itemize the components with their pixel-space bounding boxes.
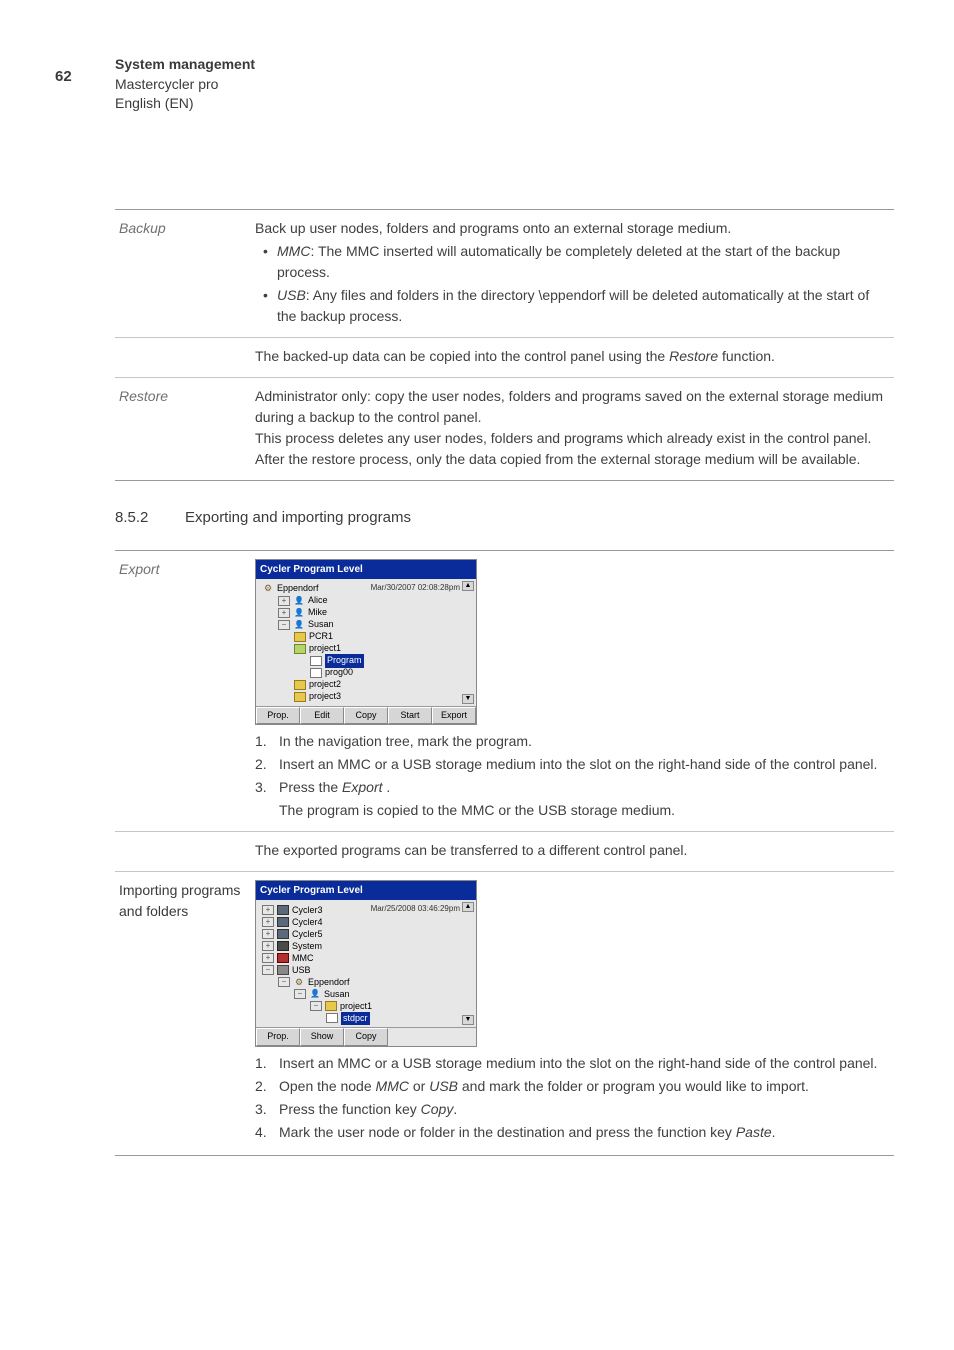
import-label: Importing programs and folders: [115, 872, 255, 1156]
shot1-title: Cycler Program Level: [256, 560, 476, 579]
tree-doc-prog00[interactable]: prog00: [260, 667, 472, 679]
shot1-btn-edit[interactable]: Edit: [300, 707, 344, 725]
import-step-2: Open the node MMC or USB and mark the fo…: [279, 1076, 884, 1097]
tree-user-susan[interactable]: −Susan: [260, 619, 472, 631]
tree-usb-susan[interactable]: −Susan: [260, 988, 472, 1000]
tree-user-alice[interactable]: +Alice: [260, 595, 472, 607]
section-title: Exporting and importing programs: [185, 509, 411, 526]
export-step-1: In the navigation tree, mark the program…: [279, 731, 884, 752]
header-title: System management: [115, 55, 894, 75]
tree-cycler4[interactable]: +Cycler4: [260, 916, 472, 928]
backup-restore-table: Backup Back up user nodes, folders and p…: [115, 209, 894, 481]
section-heading: 8.5.2 Exporting and importing programs: [115, 509, 894, 526]
backup-note: The backed-up data can be copied into th…: [255, 337, 894, 377]
shot1-btn-start[interactable]: Start: [388, 707, 432, 725]
page-header: System management Mastercycler pro Engli…: [115, 55, 894, 114]
tree-folder-project1[interactable]: project1: [260, 643, 472, 655]
tree-usb-eppendorf[interactable]: −Eppendorf: [260, 976, 472, 988]
export-step-3-sub: The program is copied to the MMC or the …: [255, 800, 884, 821]
screenshot-import: Cycler Program Level Mar/25/2008 03:46:2…: [255, 880, 477, 1047]
export-step-3: Press the Export .: [279, 777, 884, 798]
tree-folder-pcr1[interactable]: PCR1: [260, 631, 472, 643]
backup-mmc-em: MMC: [277, 243, 310, 259]
header-product: Mastercycler pro: [115, 75, 894, 95]
export-import-table: Export Cycler Program Level Mar/30/2007 …: [115, 550, 894, 1156]
import-step-4: Mark the user node or folder in the dest…: [279, 1122, 884, 1143]
backup-usb-text: : Any files and folders in the directory…: [277, 287, 869, 324]
tree-cycler5[interactable]: +Cycler5: [260, 928, 472, 940]
tree-usb-project1[interactable]: −project1: [260, 1000, 472, 1012]
tree-system[interactable]: +System: [260, 940, 472, 952]
backup-desc: Back up user nodes, folders and programs…: [255, 209, 894, 337]
header-lang: English (EN): [115, 94, 894, 114]
shot2-title: Cycler Program Level: [256, 881, 476, 900]
restore-label: Restore: [115, 377, 255, 480]
tree-mmc[interactable]: +MMC: [260, 952, 472, 964]
export-step-2: Insert an MMC or a USB storage medium in…: [279, 754, 884, 775]
shot1-btn-export[interactable]: Export: [432, 707, 476, 725]
scroll-up-icon[interactable]: ▲: [462, 581, 474, 591]
backup-mmc-text: : The MMC inserted will automatically be…: [277, 243, 840, 280]
screenshot-export: Cycler Program Level Mar/30/2007 02:08:2…: [255, 559, 477, 726]
export-note: The exported programs can be transferred…: [255, 832, 894, 872]
restore-fn-em: Restore: [669, 348, 718, 364]
import-step-1: Insert an MMC or a USB storage medium in…: [279, 1053, 884, 1074]
shot2-btn-copy[interactable]: Copy: [344, 1028, 388, 1046]
tree-usb[interactable]: −USB: [260, 964, 472, 976]
shot1-btn-prop[interactable]: Prop.: [256, 707, 300, 725]
scroll-down-icon[interactable]: ▼: [462, 694, 474, 704]
shot2-btn-show[interactable]: Show: [300, 1028, 344, 1046]
shot2-btn-prop[interactable]: Prop.: [256, 1028, 300, 1046]
scroll-down-icon[interactable]: ▼: [462, 1015, 474, 1025]
restore-desc: Administrator only: copy the user nodes,…: [255, 377, 894, 480]
tree-user-mike[interactable]: +Mike: [260, 607, 472, 619]
shot1-btn-copy[interactable]: Copy: [344, 707, 388, 725]
section-number: 8.5.2: [115, 509, 185, 526]
backup-intro: Back up user nodes, folders and programs…: [255, 218, 884, 239]
tree-doc-program[interactable]: Program: [260, 655, 472, 667]
export-label: Export: [119, 561, 159, 577]
tree-folder-project2[interactable]: project2: [260, 679, 472, 691]
backup-usb-em: USB: [277, 287, 306, 303]
export-steps: 1.In the navigation tree, mark the progr…: [255, 731, 884, 821]
page-number: 62: [55, 68, 72, 85]
scroll-up-icon[interactable]: ▲: [462, 902, 474, 912]
backup-label: Backup: [115, 209, 255, 337]
tree-folder-project3[interactable]: project3: [260, 691, 472, 703]
shot2-timestamp: Mar/25/2008 03:46:29pm: [371, 903, 460, 915]
shot1-timestamp: Mar/30/2007 02:08:28pm: [371, 582, 460, 594]
import-step-3: Press the function key Copy.: [279, 1099, 884, 1120]
import-steps: 1.Insert an MMC or a USB storage medium …: [255, 1053, 884, 1143]
tree-usb-stdpcr[interactable]: stdpcr: [260, 1012, 472, 1024]
